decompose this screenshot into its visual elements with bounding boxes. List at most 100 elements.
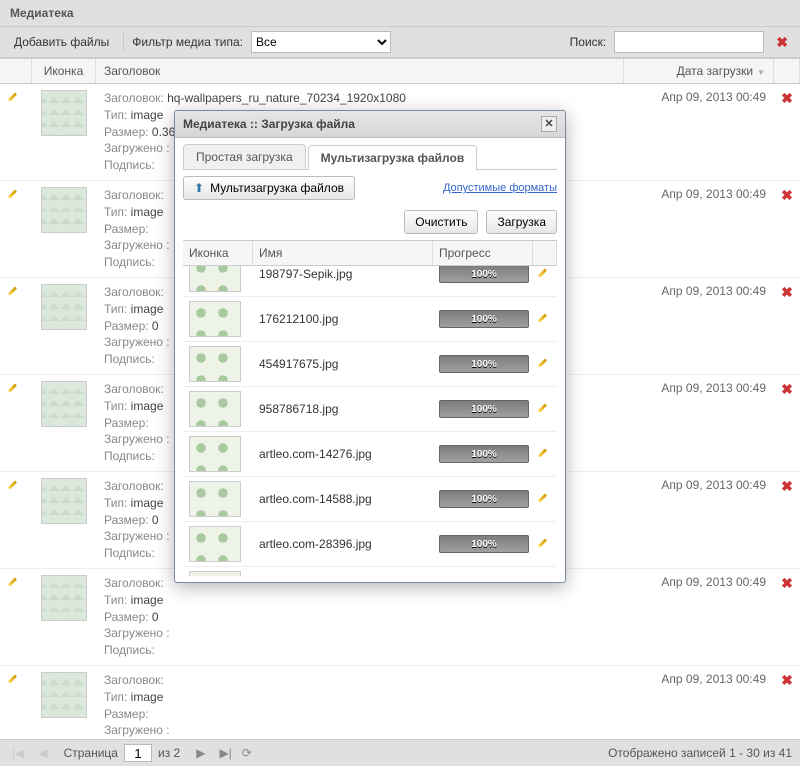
upload-filename: 454917675.jpg <box>253 353 433 375</box>
app-title: Медиатека <box>0 0 800 27</box>
pager-next-icon[interactable]: ▶ <box>192 744 209 762</box>
allowed-formats-link[interactable]: Допустимые форматы <box>443 182 557 194</box>
delete-icon[interactable]: ✖ <box>777 90 797 106</box>
thumbnail[interactable] <box>41 478 87 524</box>
upload-thumb <box>189 436 241 472</box>
delete-icon[interactable]: ✖ <box>777 284 797 300</box>
col-header-icon[interactable]: Иконка <box>32 59 96 83</box>
upload-thumb <box>189 346 241 382</box>
table-row[interactable]: Заголовок: Тип: imageРазмер: 0Загружено … <box>0 569 800 666</box>
edit-icon[interactable] <box>539 536 553 550</box>
upload-thumb <box>189 391 241 427</box>
thumbnail[interactable] <box>41 187 87 233</box>
search-label: Поиск: <box>570 35 607 49</box>
upload-thumb <box>189 481 241 517</box>
edit-icon[interactable] <box>539 491 553 505</box>
col-header-title[interactable]: Заголовок <box>96 59 624 83</box>
multi-upload-button[interactable]: ⬆ Мультизагрузка файлов <box>183 176 355 200</box>
row-details: Заголовок: Тип: imageРазмер: Загружено :… <box>96 666 624 744</box>
search-input[interactable] <box>614 31 764 53</box>
upload-grid-body[interactable]: 198797-Sepik.jpg100%176212100.jpg100%454… <box>183 266 557 576</box>
delete-icon[interactable]: ✖ <box>777 478 797 494</box>
upload-row[interactable]: 176212100.jpg100% <box>183 297 557 342</box>
thumbnail[interactable] <box>41 575 87 621</box>
tab-simple-upload[interactable]: Простая загрузка <box>183 144 306 169</box>
upload-row[interactable]: 454917675.jpg 100% <box>183 342 557 387</box>
edit-icon[interactable] <box>9 284 23 298</box>
row-details: Заголовок: Тип: imageРазмер: 0Загружено … <box>96 569 624 665</box>
progress-bar: 100% <box>439 445 529 463</box>
pager-refresh-icon[interactable]: ⟳ <box>242 746 252 760</box>
dialog-titlebar[interactable]: Медиатека :: Загрузка файла ✕ <box>175 111 565 138</box>
tab-multi-upload[interactable]: Мультизагрузка файлов <box>308 145 478 170</box>
delete-icon[interactable]: ✖ <box>777 187 797 203</box>
thumbnail[interactable] <box>41 672 87 718</box>
thumbnail[interactable] <box>41 284 87 330</box>
edit-icon[interactable] <box>9 672 23 686</box>
pager: |◀ ◀ Страница из 2 ▶ ▶| ⟳ Отображено зап… <box>0 739 800 766</box>
upload-filename: artleo.com-28396.jpg <box>253 533 433 555</box>
upload-icon: ⬆ <box>194 181 204 195</box>
upload-row[interactable]: artleo.com-41588.jpg100% <box>183 567 557 576</box>
upload-button[interactable]: Загрузка <box>486 210 557 234</box>
edit-icon[interactable] <box>9 187 23 201</box>
upload-row[interactable]: artleo.com-14588.jpg100% <box>183 477 557 522</box>
row-date: Апр 09, 2013 00:49 <box>624 472 774 568</box>
upload-row[interactable]: artleo.com-28396.jpg 100% <box>183 522 557 567</box>
row-date: Апр 09, 2013 00:49 <box>624 181 774 277</box>
thumbnail[interactable] <box>41 90 87 136</box>
edit-icon[interactable] <box>539 446 553 460</box>
table-row[interactable]: Заголовок: Тип: imageРазмер: Загружено :… <box>0 666 800 744</box>
edit-icon[interactable] <box>9 90 23 104</box>
upload-dialog: Медиатека :: Загрузка файла ✕ Простая за… <box>174 110 566 583</box>
upload-filename: artleo.com-14588.jpg <box>253 488 433 510</box>
media-filter-select[interactable]: Все <box>251 31 391 53</box>
pager-first-icon[interactable]: |◀ <box>8 744 28 762</box>
dialog-close-icon[interactable]: ✕ <box>541 116 557 132</box>
edit-icon[interactable] <box>9 478 23 492</box>
dlg-col-icon[interactable]: Иконка <box>183 241 253 265</box>
upload-thumb <box>189 526 241 562</box>
row-date: Апр 09, 2013 00:49 <box>624 278 774 374</box>
edit-icon[interactable] <box>9 381 23 395</box>
pager-last-icon[interactable]: ▶| <box>215 744 235 762</box>
upload-row[interactable]: 958786718.jpg 100% <box>183 387 557 432</box>
row-date: Апр 09, 2013 00:49 <box>624 84 774 180</box>
edit-icon[interactable] <box>539 311 553 325</box>
dlg-col-name[interactable]: Имя <box>253 241 433 265</box>
row-date: Апр 09, 2013 00:49 <box>624 375 774 471</box>
pager-prev-icon[interactable]: ◀ <box>34 744 51 762</box>
main-toolbar: Добавить файлы Фильтр медиа типа: Все По… <box>0 27 800 58</box>
multi-upload-label: Мультизагрузка файлов <box>210 181 344 195</box>
delete-icon[interactable]: ✖ <box>777 381 797 397</box>
col-header-date[interactable]: Дата загрузки <box>624 59 774 83</box>
progress-bar: 100% <box>439 266 529 283</box>
delete-icon[interactable]: ✖ <box>777 672 797 688</box>
clear-search-icon[interactable]: ✖ <box>772 34 792 51</box>
upload-thumb <box>189 571 241 576</box>
pager-page-input[interactable] <box>124 744 152 762</box>
dialog-tabs: Простая загрузка Мультизагрузка файлов <box>183 144 557 170</box>
row-date: Апр 09, 2013 00:49 <box>624 666 774 744</box>
thumbnail[interactable] <box>41 381 87 427</box>
clear-button[interactable]: Очистить <box>404 210 478 234</box>
row-date: Апр 09, 2013 00:49 <box>624 569 774 665</box>
edit-icon[interactable] <box>539 401 553 415</box>
edit-icon[interactable] <box>539 266 553 280</box>
delete-icon[interactable]: ✖ <box>777 575 797 591</box>
progress-bar: 100% <box>439 355 529 373</box>
progress-bar: 100% <box>439 400 529 418</box>
upload-filename: artleo.com-14276.jpg <box>253 443 433 465</box>
edit-icon[interactable] <box>539 356 553 370</box>
edit-icon[interactable] <box>9 575 23 589</box>
dialog-title-text: Медиатека :: Загрузка файла <box>183 117 355 131</box>
add-files-button[interactable]: Добавить файлы <box>8 32 115 52</box>
upload-filename: 176212100.jpg <box>253 308 433 330</box>
progress-bar: 100% <box>439 535 529 553</box>
upload-filename: 958786718.jpg <box>253 398 433 420</box>
upload-row[interactable]: artleo.com-14276.jpg 100% <box>183 432 557 477</box>
upload-grid-header: Иконка Имя Прогресс <box>183 240 557 266</box>
pager-of-label: из 2 <box>158 746 180 760</box>
dlg-col-progress[interactable]: Прогресс <box>433 241 533 265</box>
upload-row[interactable]: 198797-Sepik.jpg100% <box>183 266 557 297</box>
